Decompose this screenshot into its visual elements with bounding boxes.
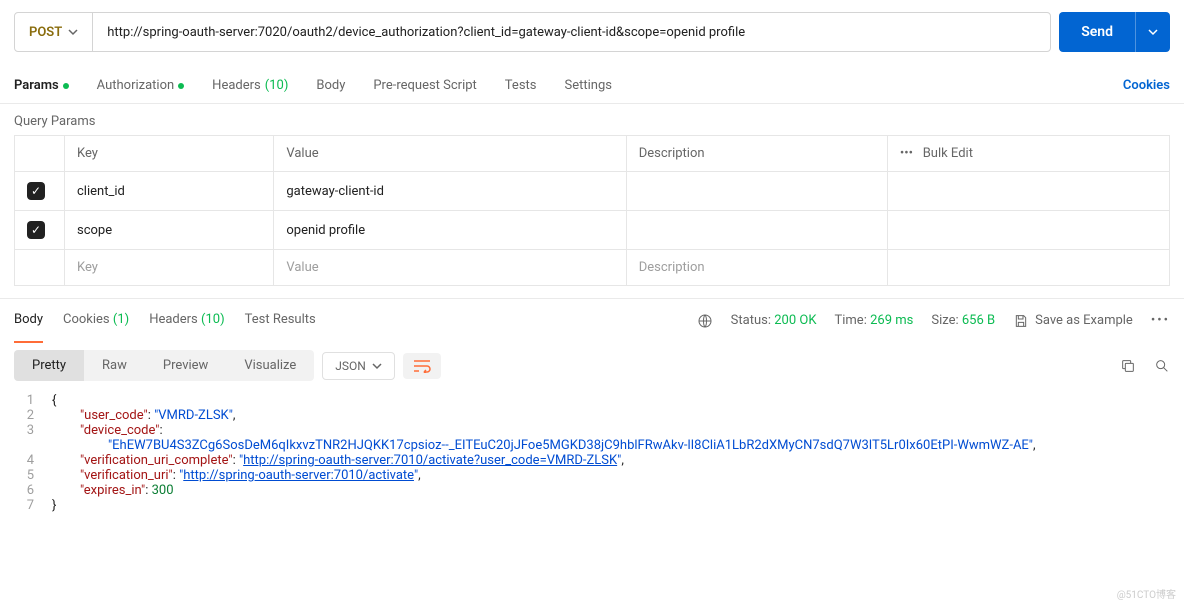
table-row[interactable]: ✓ scope openid profile (15, 211, 1170, 250)
url-input[interactable] (93, 13, 1050, 51)
response-tab-headers[interactable]: Headers (10) (149, 299, 224, 343)
tab-headers[interactable]: Headers (10) (212, 78, 288, 93)
status-block: Status: 200 OK (731, 313, 817, 328)
param-key[interactable]: client_id (65, 172, 274, 211)
save-as-example-button[interactable]: Save as Example (1013, 313, 1133, 329)
view-pretty[interactable]: Pretty (14, 350, 84, 381)
view-visualize[interactable]: Visualize (226, 350, 314, 381)
check-icon: ✓ (31, 223, 41, 237)
chevron-down-icon (68, 27, 78, 37)
time-block: Time: 269 ms (834, 313, 913, 328)
tab-prerequest[interactable]: Pre-request Script (373, 78, 476, 93)
save-icon (1013, 313, 1029, 329)
param-desc[interactable] (626, 211, 887, 250)
globe-icon[interactable] (697, 313, 713, 329)
copy-icon[interactable] (1120, 358, 1136, 374)
dot-icon (178, 83, 184, 89)
param-desc[interactable] (626, 172, 887, 211)
th-key: Key (65, 136, 274, 172)
send-button[interactable]: Send (1059, 12, 1135, 52)
watermark: @51CTO博客 (1117, 586, 1176, 601)
view-raw[interactable]: Raw (84, 350, 145, 381)
view-preview[interactable]: Preview (145, 350, 226, 381)
param-key-ph[interactable]: Key (65, 250, 274, 286)
check-icon: ✓ (31, 184, 41, 198)
table-row[interactable]: Key Value Description (15, 250, 1170, 286)
response-tab-tests[interactable]: Test Results (245, 299, 316, 343)
size-block: Size: 656 B (931, 313, 995, 328)
response-tab-body[interactable]: Body (14, 299, 43, 343)
checkbox[interactable]: ✓ (27, 221, 45, 239)
param-value[interactable]: openid profile (274, 211, 626, 250)
query-params-title: Query Params (0, 104, 1184, 135)
wrap-icon (413, 359, 431, 373)
tab-settings[interactable]: Settings (565, 78, 612, 93)
more-icon[interactable]: ••• (900, 146, 913, 161)
http-method-label: POST (29, 25, 62, 40)
http-method-select[interactable]: POST (15, 13, 93, 51)
response-body: 1{ 2"user_code": "VMRD-ZLSK", 3"device_c… (0, 389, 1184, 523)
format-select[interactable]: JSON (322, 352, 395, 380)
tab-body[interactable]: Body (316, 78, 345, 93)
dot-icon (63, 83, 69, 89)
query-params-table: Key Value Description ••• Bulk Edit ✓ cl… (14, 135, 1170, 286)
th-value: Value (274, 136, 626, 172)
send-dropdown-button[interactable] (1135, 12, 1170, 52)
th-desc: Description (626, 136, 887, 172)
cookies-link[interactable]: Cookies (1123, 78, 1170, 93)
wrap-lines-button[interactable] (403, 353, 441, 379)
tab-authorization[interactable]: Authorization (97, 78, 185, 93)
table-row[interactable]: ✓ client_id gateway-client-id (15, 172, 1170, 211)
bulk-edit-link[interactable]: Bulk Edit (923, 146, 973, 161)
chevron-down-icon (372, 361, 382, 371)
tab-tests[interactable]: Tests (505, 78, 537, 93)
param-desc-ph[interactable]: Description (626, 250, 887, 286)
param-value[interactable]: gateway-client-id (274, 172, 626, 211)
tab-params[interactable]: Params (14, 78, 69, 93)
chevron-down-icon (1148, 27, 1158, 37)
param-key[interactable]: scope (65, 211, 274, 250)
response-tab-cookies[interactable]: Cookies (1) (63, 299, 129, 343)
search-icon[interactable] (1154, 358, 1170, 374)
more-actions-icon[interactable]: ••• (1151, 313, 1170, 328)
param-value-ph[interactable]: Value (274, 250, 626, 286)
checkbox[interactable]: ✓ (27, 182, 45, 200)
